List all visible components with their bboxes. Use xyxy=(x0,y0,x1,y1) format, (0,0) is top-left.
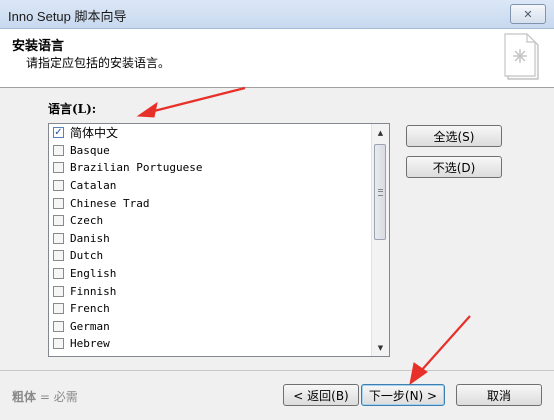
language-item[interactable]: English xyxy=(49,265,389,283)
language-name: Danish xyxy=(70,231,110,245)
language-item[interactable]: Chinese Trad xyxy=(49,194,389,212)
language-item[interactable]: Hebrew xyxy=(49,335,389,353)
back-button[interactable]: < 返回(B) xyxy=(283,384,359,406)
language-item[interactable]: Danish xyxy=(49,230,389,248)
language-name: Brazilian Portuguese xyxy=(70,161,203,175)
language-name: 简体中文 xyxy=(70,126,119,141)
language-item[interactable]: Basque xyxy=(49,142,389,160)
language-checkbox[interactable] xyxy=(53,197,64,209)
footer-divider xyxy=(0,370,554,371)
page-subtitle: 请指定应包括的安装语言。 xyxy=(26,56,171,70)
window-title: Inno Setup 脚本向导 xyxy=(8,9,127,24)
language-listbox[interactable]: ✓ 简体中文 Basque Brazilian Portuguese Catalan Ch… xyxy=(48,123,390,357)
language-checkbox[interactable] xyxy=(53,250,64,262)
listbox-scrollbar[interactable]: ▲ ▼ xyxy=(371,124,389,356)
language-checkbox[interactable] xyxy=(53,215,64,227)
required-hint-text: = 必需 xyxy=(36,390,78,404)
required-hint-bold: 粗体 xyxy=(12,390,37,404)
language-item[interactable]: Dutch xyxy=(49,247,389,265)
next-button[interactable]: 下一步(N) > xyxy=(361,384,445,406)
language-checkbox[interactable] xyxy=(53,162,64,174)
language-name: French xyxy=(70,302,110,316)
language-list: ✓ 简体中文 Basque Brazilian Portuguese Catalan Ch… xyxy=(49,124,389,353)
language-checkbox[interactable] xyxy=(53,320,64,332)
grip-icon xyxy=(377,188,383,196)
language-name: Czech xyxy=(70,214,104,228)
checkmark-icon: ✓ xyxy=(54,126,63,138)
language-item[interactable]: German xyxy=(49,318,389,336)
language-item[interactable]: Finnish xyxy=(49,282,389,300)
language-item[interactable]: French xyxy=(49,300,389,318)
language-name: English xyxy=(70,267,117,281)
language-name: Chinese Trad xyxy=(70,196,150,210)
language-label: 语言(L): xyxy=(48,102,97,116)
select-all-button[interactable]: 全选(S) xyxy=(406,125,502,147)
scroll-down-arrow-icon[interactable]: ▼ xyxy=(372,339,389,356)
language-checkbox[interactable] xyxy=(53,268,64,280)
language-checkbox[interactable]: ✓ xyxy=(53,126,64,139)
language-item[interactable]: Czech xyxy=(49,212,389,230)
language-name: Dutch xyxy=(70,249,104,263)
language-checkbox[interactable] xyxy=(53,303,64,315)
language-name: Finnish xyxy=(70,284,117,298)
wizard-document-icon xyxy=(504,33,539,80)
close-icon: ✕ xyxy=(523,7,533,21)
language-item[interactable]: Catalan xyxy=(49,177,389,195)
language-checkbox[interactable] xyxy=(53,144,64,156)
scroll-thumb[interactable] xyxy=(374,144,386,240)
close-button[interactable]: ✕ xyxy=(510,4,546,24)
language-checkbox[interactable] xyxy=(53,180,64,192)
scroll-up-arrow-icon[interactable]: ▲ xyxy=(372,124,389,141)
language-item[interactable]: ✓ 简体中文 xyxy=(49,124,389,142)
cancel-button[interactable]: 取消 xyxy=(456,384,542,406)
select-none-button[interactable]: 不选(D) xyxy=(406,156,502,178)
language-name: Basque xyxy=(70,143,110,157)
language-checkbox[interactable] xyxy=(53,285,64,297)
wizard-header: 安装语言 请指定应包括的安装语言。 xyxy=(0,29,554,88)
page-title: 安装语言 xyxy=(12,39,65,54)
title-bar: Inno Setup 脚本向导 ✕ xyxy=(0,0,554,29)
language-checkbox[interactable] xyxy=(53,338,64,350)
language-checkbox[interactable] xyxy=(53,232,64,244)
language-name: Hebrew xyxy=(70,337,110,351)
language-name: German xyxy=(70,319,110,333)
language-item[interactable]: Brazilian Portuguese xyxy=(49,159,389,177)
required-hint: 粗体 = 必需 xyxy=(12,388,78,405)
language-name: Catalan xyxy=(70,179,117,193)
